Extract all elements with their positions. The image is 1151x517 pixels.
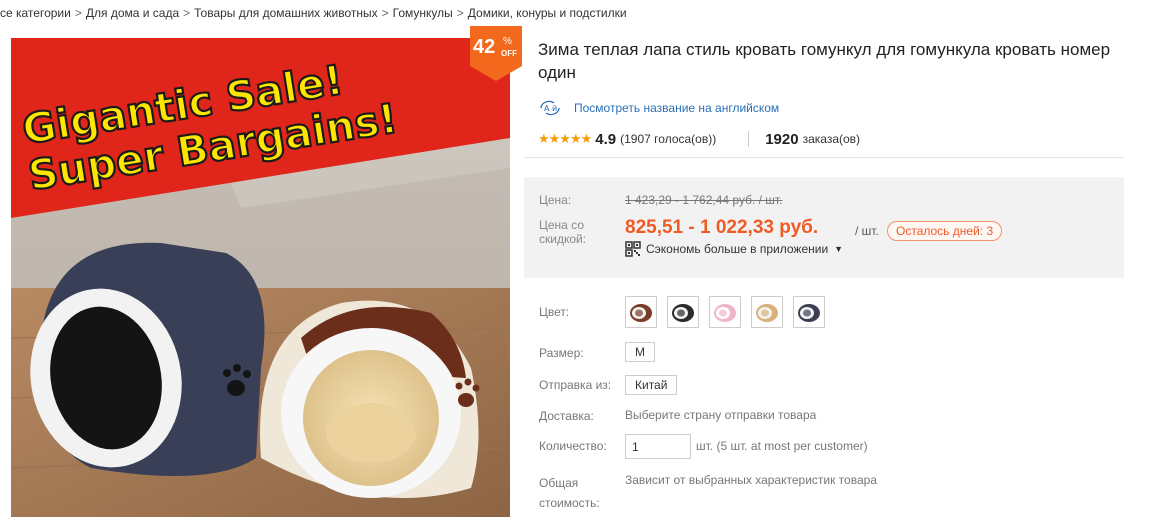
color-swatch[interactable] [751, 296, 783, 328]
divider [748, 131, 750, 147]
svg-text:й: й [552, 104, 557, 113]
breadcrumb-link[interactable]: Товары для домашних животных [194, 6, 377, 20]
star-rating-icon: ★★★★★ [538, 131, 592, 146]
breadcrumb: се категории > Для дома и сада > Товары для … [0, 6, 627, 20]
ship-from-option[interactable]: Китай [625, 375, 678, 395]
ship-from-label: Отправка из: [539, 378, 612, 392]
pet-bed-thumbnail-icon [628, 299, 654, 325]
total-label: Общая стоимость: [539, 476, 600, 510]
days-left-badge: Осталось дней: 3 [887, 221, 1003, 241]
size-option[interactable]: M [625, 342, 655, 362]
breadcrumb-link[interactable]: Для дома и сада [86, 6, 179, 20]
app-save-dropdown[interactable]: Сэкономь больше в приложении ▼ [625, 241, 843, 257]
discount-badge: 42 % OFF [470, 26, 522, 81]
per-unit: / шт. [855, 224, 879, 238]
breadcrumb-separator: > [74, 6, 82, 20]
pet-bed-thumbnail-icon [670, 299, 696, 325]
color-swatch[interactable] [625, 296, 657, 328]
rating-score: 4.9 [595, 130, 617, 148]
discount-percent: 42 [473, 36, 496, 58]
quantity-note: шт. (5 шт. at most per customer) [696, 439, 868, 453]
quantity-label: Количество: [539, 439, 607, 453]
discount-price-label: Цена со скидкой: [539, 218, 587, 246]
breadcrumb-separator: > [381, 6, 389, 20]
old-price: 1 423,29 - 1 762,44 руб. / шт. [625, 193, 783, 207]
percent-sign: % [503, 36, 512, 47]
breadcrumb-separator: > [183, 6, 191, 20]
product-photo: Gigantic Sale! Super Bargains! [11, 38, 510, 517]
delivery-label: Доставка: [539, 409, 594, 423]
color-swatch[interactable] [667, 296, 699, 328]
breadcrumb-link[interactable]: Домики, конуры и подстилки [468, 6, 627, 20]
size-label: Размер: [539, 346, 584, 360]
price-box: Цена: 1 423,29 - 1 762,44 руб. / шт. Цен… [524, 177, 1124, 278]
translate-link[interactable]: A й Посмотреть название на английском [538, 100, 779, 116]
color-label: Цвет: [539, 305, 570, 319]
quantity-input[interactable] [625, 434, 691, 459]
color-swatch[interactable] [793, 296, 825, 328]
breadcrumb-link[interactable]: се категории [0, 6, 71, 20]
color-swatch[interactable] [709, 296, 741, 328]
delivery-value: Выберите страну отправки товара [625, 408, 817, 422]
pet-bed-thumbnail-icon [796, 299, 822, 325]
discount-price: 825,51 - 1 022,33 руб. [625, 217, 819, 238]
divider [524, 157, 1124, 158]
svg-text:A: A [544, 104, 550, 113]
chevron-down-icon: ▼ [834, 244, 844, 254]
rating-row: ★★★★★ 4.9 (1907 голоса(ов)) 1920 заказа(… [538, 129, 860, 149]
product-title: Зима теплая лапа стиль кровать гомункул … [538, 40, 1111, 82]
price-label: Цена: [539, 193, 572, 207]
pet-bed-thumbnail-icon [712, 299, 738, 325]
orders-count: 1920 [765, 130, 799, 148]
translate-link-text[interactable]: Посмотреть название на английском [574, 101, 779, 115]
translate-icon: A й [540, 100, 560, 116]
qr-code-icon [625, 241, 641, 257]
total-value: Зависит от выбранных характеристик товар… [625, 473, 877, 487]
off-label: OFF [501, 49, 517, 58]
breadcrumb-separator: > [456, 6, 464, 20]
breadcrumb-link[interactable]: Гомункулы [393, 6, 453, 20]
orders-label: заказа(ов) [802, 132, 861, 146]
votes-link[interactable]: (1907 голоса(ов)) [620, 132, 716, 146]
product-image[interactable]: Gigantic Sale! Super Bargains! [11, 38, 510, 517]
app-save-text[interactable]: Сэкономь больше в приложении [646, 242, 828, 256]
pet-bed-thumbnail-icon [754, 299, 780, 325]
color-swatches [625, 296, 825, 328]
